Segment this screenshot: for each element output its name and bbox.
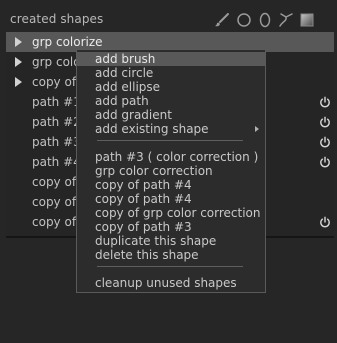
menu-item-cleanup-unused-shapes[interactable]: cleanup unused shapes <box>77 276 265 290</box>
menu-item-copy-of-path-4[interactable]: copy of path #4 <box>77 178 265 192</box>
menu-item-copy-of-path-4[interactable]: copy of path #4 <box>77 192 265 206</box>
ellipse-icon[interactable] <box>257 12 273 28</box>
menu-separator <box>97 140 243 141</box>
shape-toolbar <box>214 10 334 30</box>
menu-item-copy-of-grp-color-correction[interactable]: copy of grp color correction <box>77 206 265 220</box>
menu-item-label: add gradient <box>95 108 172 122</box>
menu-item-path-3-color-correction[interactable]: path #3 ( color correction ) <box>77 150 265 164</box>
menu-item-add-existing-shape[interactable]: add existing shape <box>77 122 265 136</box>
menu-item-label: add ellipse <box>95 80 161 94</box>
menu-item-copy-of-path-3[interactable]: copy of path #3 <box>77 220 265 234</box>
menu-item-label: add path <box>95 94 149 108</box>
menu-item-delete-this-shape[interactable]: delete this shape <box>77 248 265 262</box>
menu-item-grp-color-correction[interactable]: grp color correction <box>77 164 265 178</box>
menu-item-label: copy of path #3 <box>95 220 192 234</box>
power-icon[interactable] <box>319 136 331 148</box>
path-icon[interactable] <box>278 12 294 28</box>
shape-name: path #1 <box>32 95 81 109</box>
shape-name: grp colo <box>32 55 81 69</box>
menu-item-label: add brush <box>95 52 156 66</box>
shape-name: grp colorize <box>32 35 103 49</box>
gradient-icon[interactable] <box>299 12 315 28</box>
menu-item-label: path #3 ( color correction ) <box>95 150 259 164</box>
shape-name: copy of <box>32 75 77 89</box>
menu-item-label: cleanup unused shapes <box>95 276 237 290</box>
menu-item-label: duplicate this shape <box>95 234 217 248</box>
shape-name: copy of <box>32 195 77 209</box>
shape-name: path #3 <box>32 135 81 149</box>
menu-item-label: grp color correction <box>95 164 213 178</box>
circle-icon[interactable] <box>236 12 252 28</box>
submenu-arrow-icon <box>255 126 259 132</box>
power-icon[interactable] <box>319 96 331 108</box>
expand-arrow-icon[interactable] <box>15 37 22 47</box>
menu-item-add-gradient[interactable]: add gradient <box>77 108 265 122</box>
menu-item-label: copy of path #4 <box>95 178 192 192</box>
expand-arrow-icon[interactable] <box>15 77 22 87</box>
menu-item-add-circle[interactable]: add circle <box>77 66 265 80</box>
menu-item-label: copy of grp color correction <box>95 206 261 220</box>
shape-name: copy of <box>32 175 77 189</box>
menu-separator <box>97 266 243 267</box>
menu-item-label: add existing shape <box>95 122 209 136</box>
expand-arrow-icon[interactable] <box>15 57 22 67</box>
menu-item-label: add circle <box>95 66 154 80</box>
power-icon[interactable] <box>319 216 331 228</box>
shape-name: path #2 <box>32 115 81 129</box>
power-icon[interactable] <box>319 116 331 128</box>
panel-header: created shapes <box>6 10 332 30</box>
menu-item-add-path[interactable]: add path <box>77 94 265 108</box>
menu-item-add-ellipse[interactable]: add ellipse <box>77 80 265 94</box>
context-menu: add brush add circle add ellipse add path ad… <box>76 49 266 293</box>
menu-item-label: copy of path #4 <box>95 192 192 206</box>
brush-icon[interactable] <box>214 12 230 28</box>
menu-item-label: delete this shape <box>95 248 199 262</box>
shape-name: path #4 <box>32 155 81 169</box>
panel-title: created shapes <box>10 12 104 26</box>
masks-panel: created shapes grp colorize grp colo copy … <box>0 0 337 343</box>
menu-item-add-brush[interactable]: add brush <box>77 52 265 66</box>
menu-item-duplicate-this-shape[interactable]: duplicate this shape <box>77 234 265 248</box>
shape-name: copy of <box>32 215 77 229</box>
power-icon[interactable] <box>319 156 331 168</box>
